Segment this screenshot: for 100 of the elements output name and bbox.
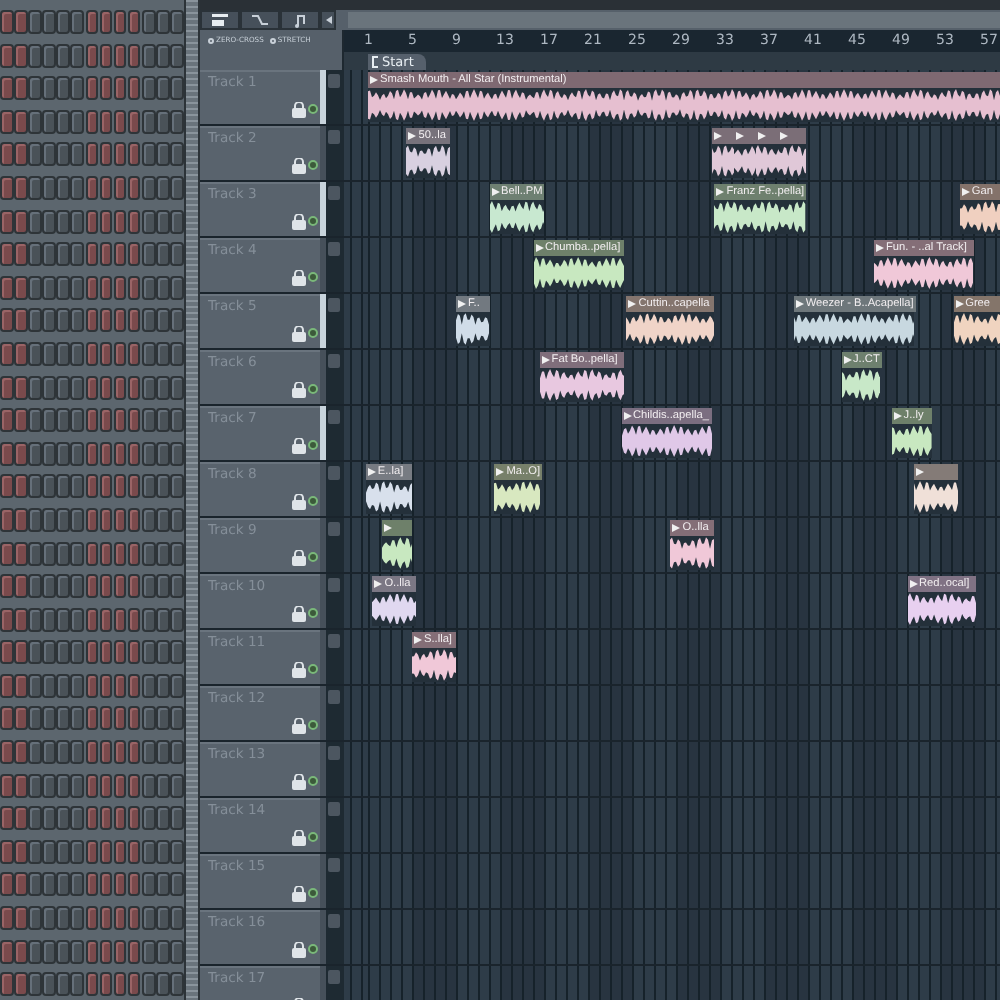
step-button[interactable] <box>0 242 14 267</box>
step-button[interactable] <box>170 209 184 234</box>
step-button[interactable] <box>85 906 99 931</box>
step-button[interactable] <box>85 341 99 366</box>
step-button[interactable] <box>141 972 156 997</box>
step-button[interactable] <box>156 76 170 101</box>
step-button[interactable] <box>156 43 170 68</box>
step-button[interactable] <box>99 640 113 665</box>
step-button[interactable] <box>14 474 28 499</box>
step-button[interactable] <box>113 10 127 34</box>
step-button[interactable] <box>70 972 85 997</box>
step-button[interactable] <box>28 806 42 831</box>
step-button[interactable] <box>170 308 184 333</box>
step-button[interactable] <box>99 275 113 300</box>
step-button[interactable] <box>85 640 99 665</box>
step-button[interactable] <box>141 209 156 234</box>
step-button[interactable] <box>113 541 127 565</box>
step-button[interactable] <box>113 939 127 964</box>
step-button[interactable] <box>70 673 85 698</box>
step-button[interactable] <box>99 308 113 333</box>
step-button[interactable] <box>56 607 70 632</box>
step-button[interactable] <box>127 574 141 599</box>
step-button[interactable] <box>113 740 127 765</box>
step-button[interactable] <box>156 906 170 931</box>
step-button[interactable] <box>156 872 170 897</box>
step-button[interactable] <box>156 441 170 466</box>
step-button[interactable] <box>141 872 156 897</box>
step-button[interactable] <box>170 939 184 964</box>
step-button[interactable] <box>113 175 127 200</box>
step-button[interactable] <box>56 341 70 366</box>
step-button[interactable] <box>0 308 14 333</box>
step-button[interactable] <box>0 43 14 68</box>
step-button[interactable] <box>156 10 170 34</box>
step-button[interactable] <box>70 574 85 599</box>
step-button[interactable] <box>156 806 170 831</box>
step-button[interactable] <box>99 574 113 599</box>
step-button[interactable] <box>85 308 99 333</box>
step-button[interactable] <box>170 906 184 931</box>
step-button[interactable] <box>141 43 156 68</box>
step-button[interactable] <box>141 906 156 931</box>
step-button[interactable] <box>14 209 28 234</box>
lock-icon[interactable] <box>292 942 306 958</box>
step-button[interactable] <box>70 939 85 964</box>
step-button[interactable] <box>141 275 156 300</box>
lock-icon[interactable] <box>292 886 306 902</box>
step-button[interactable] <box>141 839 156 864</box>
step-button[interactable] <box>99 906 113 931</box>
step-button[interactable] <box>0 209 14 234</box>
step-button[interactable] <box>99 740 113 765</box>
step-button[interactable] <box>42 541 56 565</box>
step-button[interactable] <box>56 541 70 565</box>
step-button[interactable] <box>141 507 156 532</box>
audio-clip[interactable] <box>756 128 779 178</box>
step-button[interactable] <box>127 607 141 632</box>
step-button[interactable] <box>85 574 99 599</box>
step-button[interactable] <box>156 773 170 798</box>
step-button[interactable] <box>127 142 141 167</box>
step-button[interactable] <box>141 109 156 134</box>
step-button[interactable] <box>127 43 141 68</box>
step-button[interactable] <box>28 740 42 765</box>
mute-button[interactable] <box>328 634 340 648</box>
step-button[interactable] <box>56 142 70 167</box>
step-button[interactable] <box>85 607 99 632</box>
step-button[interactable] <box>141 408 156 433</box>
step-button[interactable] <box>56 872 70 897</box>
step-button[interactable] <box>70 142 85 167</box>
scroll-left-button[interactable] <box>320 10 336 30</box>
step-button[interactable] <box>141 607 156 632</box>
step-button[interactable] <box>14 673 28 698</box>
step-button[interactable] <box>99 673 113 698</box>
step-button[interactable] <box>42 574 56 599</box>
step-button[interactable] <box>0 972 14 997</box>
step-button[interactable] <box>14 872 28 897</box>
step-button[interactable] <box>85 375 99 400</box>
step-button[interactable] <box>99 474 113 499</box>
step-button[interactable] <box>70 607 85 632</box>
step-button[interactable] <box>28 441 42 466</box>
step-button[interactable] <box>127 308 141 333</box>
step-button[interactable] <box>14 341 28 366</box>
step-button[interactable] <box>141 939 156 964</box>
step-button[interactable] <box>127 408 141 433</box>
record-dot-icon[interactable] <box>308 776 318 786</box>
step-button[interactable] <box>85 673 99 698</box>
step-button[interactable] <box>42 109 56 134</box>
step-button[interactable] <box>42 275 56 300</box>
step-button[interactable] <box>99 441 113 466</box>
step-button[interactable] <box>99 541 113 565</box>
step-button[interactable] <box>14 906 28 931</box>
step-button[interactable] <box>99 109 113 134</box>
step-button[interactable] <box>56 408 70 433</box>
step-button[interactable] <box>170 673 184 698</box>
record-dot-icon[interactable] <box>308 552 318 562</box>
step-button[interactable] <box>85 10 99 34</box>
record-dot-icon[interactable] <box>308 888 318 898</box>
step-button[interactable] <box>99 806 113 831</box>
step-button[interactable] <box>70 474 85 499</box>
step-button[interactable] <box>85 939 99 964</box>
step-button[interactable] <box>0 607 14 632</box>
step-button[interactable] <box>28 839 42 864</box>
lock-icon[interactable] <box>292 494 306 510</box>
